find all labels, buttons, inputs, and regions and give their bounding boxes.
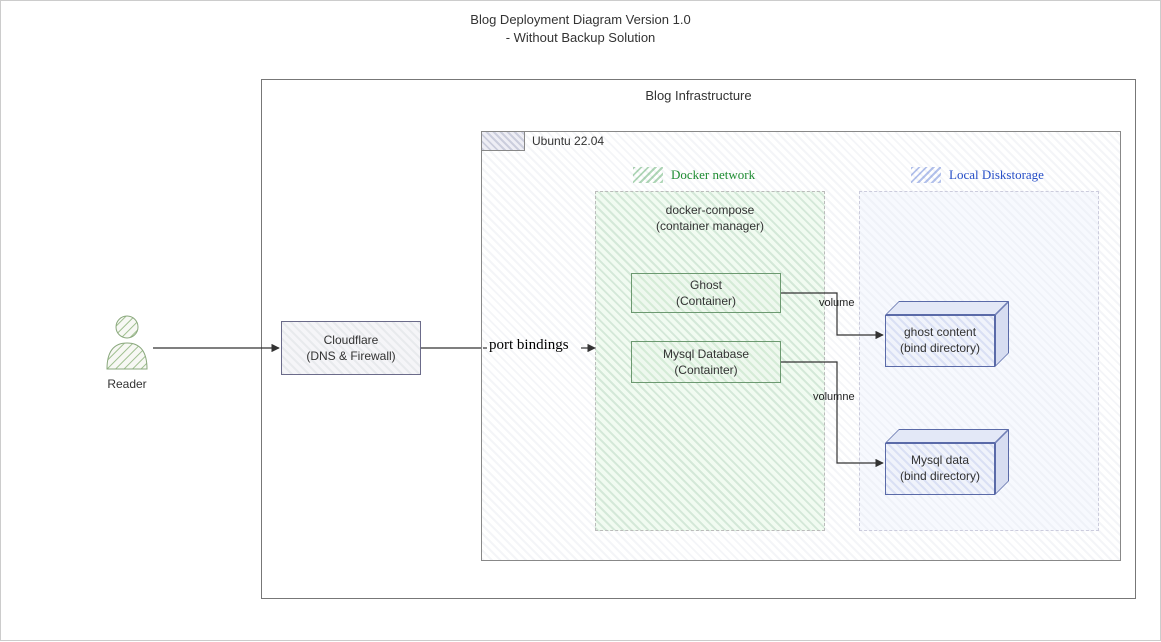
actor-label: Reader [97,377,157,391]
cuboid-top-icon [885,301,1009,315]
label-port-bindings: port bindings [489,337,569,354]
local-disk-label: Local Diskstorage [949,167,1044,183]
hatch-icon [633,167,663,183]
ghost-line2: (Container) [676,293,736,309]
node-ghost-storage: ghost content (bind directory) [885,301,1005,357]
mysql-line1: Mysql Database [663,346,749,362]
node-mysql-storage: Mysql data (bind directory) [885,429,1005,485]
heading-local-disk: Local Diskstorage [911,167,1044,183]
mysql-store-line2: (bind directory) [900,469,980,485]
ghost-line1: Ghost [676,277,736,293]
title-line-1: Blog Deployment Diagram Version 1.0 [1,11,1160,29]
ghost-store-line2: (bind directory) [900,341,980,357]
label-volume-bottom: volumne [813,391,855,403]
actor-reader: Reader [97,313,157,391]
node-mysql-container: Mysql Database (Containter) [631,341,781,383]
mysql-store-line1: Mysql data [900,453,980,469]
mysql-line2: (Containter) [663,362,749,378]
diagram-title: Blog Deployment Diagram Version 1.0 - Wi… [1,11,1160,47]
ghost-store-line1: ghost content [900,325,980,341]
compose-line2: (container manager) [596,218,824,234]
docker-network-label: Docker network [671,167,755,183]
ubuntu-label: Ubuntu 22.04 [532,134,604,148]
person-icon [103,313,151,371]
hatch-icon [911,167,941,183]
title-line-2: - Without Backup Solution [1,29,1160,47]
label-volume-top: volume [819,297,854,309]
frame-corner-icon [481,131,525,151]
cuboid-top-icon [885,429,1009,443]
diagram-canvas: Blog Deployment Diagram Version 1.0 - Wi… [0,0,1161,641]
frame-infra-label: Blog Infrastructure [262,88,1135,103]
compose-line1: docker-compose [596,202,824,218]
node-ghost-container: Ghost (Container) [631,273,781,313]
heading-docker-network: Docker network [633,167,755,183]
